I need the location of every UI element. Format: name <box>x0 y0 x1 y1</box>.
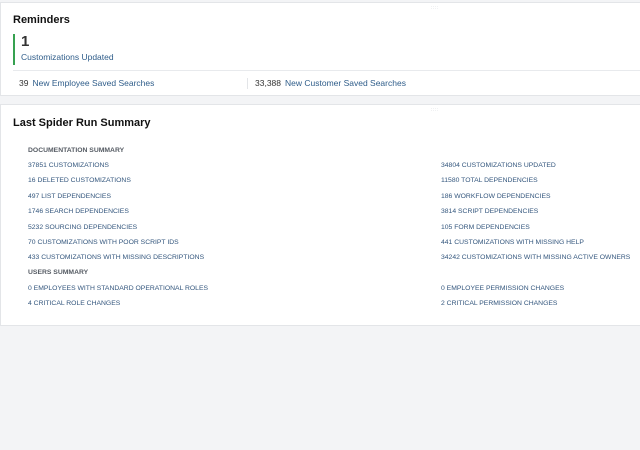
summary-link[interactable]: 16 DELETED CUSTOMIZATIONS <box>28 177 131 184</box>
summary-link[interactable]: 34242 CUSTOMIZATIONS WITH MISSING ACTIVE… <box>441 254 630 261</box>
spider-summary-portlet: ∷∷ Last Spider Run Summary DOCUMENTATION… <box>0 104 640 326</box>
stat-value: 33,388 <box>255 78 281 88</box>
summary-link[interactable]: 4 CRITICAL ROLE CHANGES <box>28 300 120 307</box>
stat-link[interactable]: New Employee Saved Searches <box>32 78 154 88</box>
summary-link[interactable]: 441 CUSTOMIZATIONS WITH MISSING HELP <box>441 239 584 246</box>
summary-link[interactable]: 497 LIST DEPENDENCIES <box>28 193 111 200</box>
divider <box>13 70 640 71</box>
summary-link[interactable]: 2 CRITICAL PERMISSION CHANGES <box>441 300 557 307</box>
summary-link[interactable]: 37851 CUSTOMIZATIONS <box>28 162 109 169</box>
summary-link[interactable]: 34804 CUSTOMIZATIONS UPDATED <box>441 162 556 169</box>
drag-handle-icon[interactable]: ∷∷ <box>431 108 441 114</box>
reminders-portlet: ∷∷ Reminders 1 Customizations Updated 39… <box>0 2 640 96</box>
kpi-value: 1 <box>21 33 30 50</box>
kpi-customizations-updated[interactable]: 1 Customizations Updated <box>13 34 114 65</box>
stat-new-customer-saved-searches[interactable]: 33,388 New Customer Saved Searches <box>247 78 406 89</box>
summary-link[interactable]: 11580 TOTAL DEPENDENCIES <box>441 177 538 184</box>
kpi-label[interactable]: Customizations Updated <box>21 52 114 62</box>
users-summary-heading: USERS SUMMARY <box>28 269 89 276</box>
summary-link[interactable]: 1746 SEARCH DEPENDENCIES <box>28 208 129 215</box>
stat-link[interactable]: New Customer Saved Searches <box>285 78 406 88</box>
summary-link[interactable]: 0 EMPLOYEE PERMISSION CHANGES <box>441 285 564 292</box>
summary-title: Last Spider Run Summary <box>13 117 151 129</box>
summary-link[interactable]: 105 FORM DEPENDENCIES <box>441 224 530 231</box>
summary-link[interactable]: 5232 SOURCING DEPENDENCIES <box>28 224 137 231</box>
drag-handle-icon[interactable]: ∷∷ <box>431 6 441 12</box>
stat-value: 39 <box>19 78 29 88</box>
summary-link[interactable]: 0 EMPLOYEES WITH STANDARD OPERATIONAL RO… <box>28 285 208 292</box>
reminders-title: Reminders <box>13 14 70 26</box>
summary-link[interactable]: 70 CUSTOMIZATIONS WITH POOR SCRIPT IDS <box>28 239 179 246</box>
stat-new-employee-saved-searches[interactable]: 39 New Employee Saved Searches <box>19 78 154 88</box>
summary-link[interactable]: 3814 SCRIPT DEPENDENCIES <box>441 208 538 215</box>
documentation-summary-heading: DOCUMENTATION SUMMARY <box>28 147 125 154</box>
summary-link[interactable]: 186 WORKFLOW DEPENDENCIES <box>441 193 551 200</box>
summary-link[interactable]: 433 CUSTOMIZATIONS WITH MISSING DESCRIPT… <box>28 254 204 261</box>
